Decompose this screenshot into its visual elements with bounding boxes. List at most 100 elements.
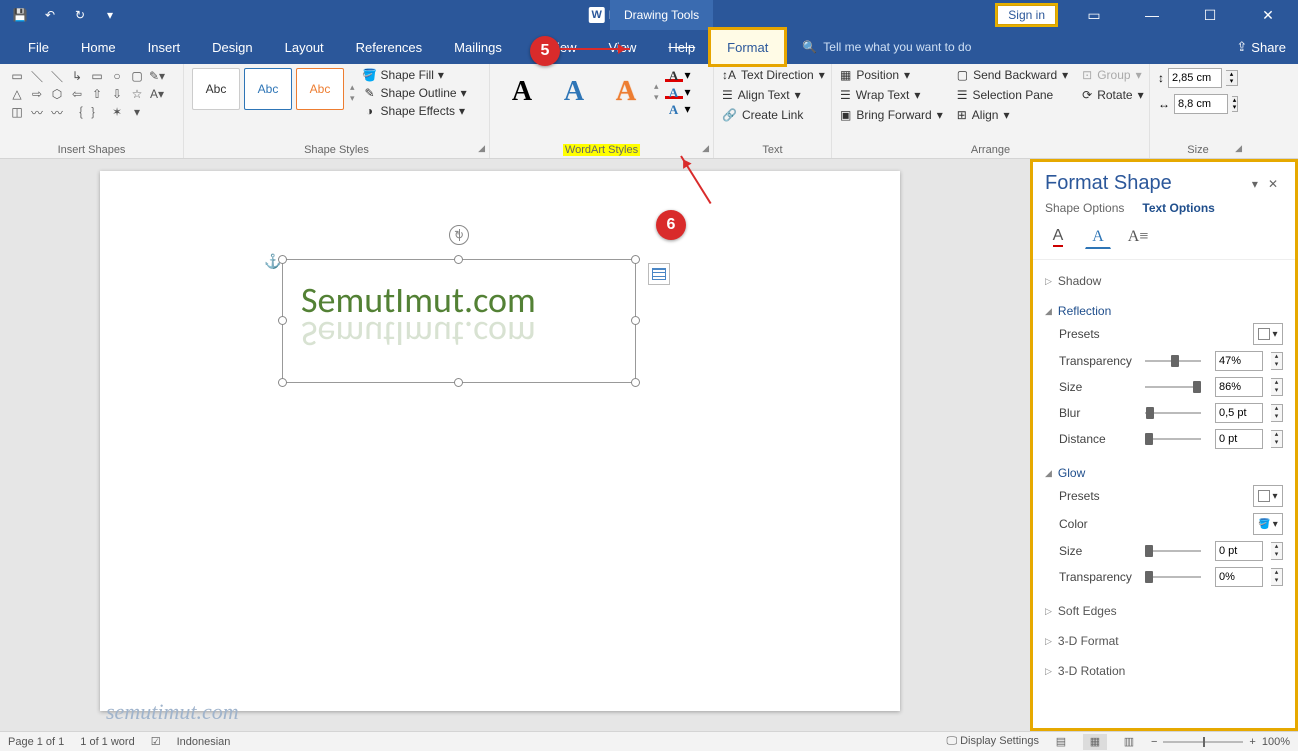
minimize-icon[interactable]: — <box>1132 0 1172 30</box>
selection-pane-button[interactable]: ☰Selection Pane <box>957 88 1068 102</box>
ribbon-options-icon[interactable]: ▭ <box>1074 0 1114 30</box>
shape-hex-icon[interactable]: ⬡ <box>48 87 66 101</box>
section-3d-format[interactable]: ▷3-D Format <box>1045 632 1283 650</box>
shape-style-1[interactable]: Abc <box>192 68 240 110</box>
view-web-icon[interactable]: ▥ <box>1117 734 1141 750</box>
wordart-style-3[interactable]: A <box>602 71 650 113</box>
view-print-icon[interactable]: ▦ <box>1083 734 1107 750</box>
tell-me-search[interactable]: 🔍 Tell me what you want to do <box>802 40 971 54</box>
tab-home[interactable]: Home <box>65 30 132 64</box>
position-button[interactable]: ▦Position ▾ <box>840 68 943 82</box>
language-indicator[interactable]: Indonesian <box>177 736 231 748</box>
section-glow[interactable]: ◢Glow <box>1045 464 1283 482</box>
tab-references[interactable]: References <box>340 30 438 64</box>
word-count[interactable]: 1 of 1 word <box>80 736 134 748</box>
send-backward-button[interactable]: ▢Send Backward ▾ <box>957 68 1068 82</box>
shape-arrow-icon[interactable]: ⇨ <box>28 87 46 101</box>
pane-options-icon[interactable]: ▾ <box>1247 177 1263 191</box>
slider[interactable] <box>1145 438 1201 440</box>
rotate-handle[interactable]: ↻ <box>449 225 469 245</box>
shape-text-box-icon[interactable]: ▭ <box>8 69 26 83</box>
shape-oval-icon[interactable]: ○ <box>108 69 126 83</box>
tab-file[interactable]: File <box>12 30 65 64</box>
shape-curve-icon[interactable]: 〰 <box>28 104 46 121</box>
spinner-icon[interactable]: ▴▾ <box>1271 542 1283 560</box>
text-effects-icon[interactable]: A <box>1085 225 1111 249</box>
proofing-icon[interactable]: ☑ <box>151 735 161 748</box>
rotate-button[interactable]: ⟳Rotate ▾ <box>1082 88 1143 102</box>
spinner-icon[interactable]: ▴▾ <box>1226 70 1238 86</box>
layout-options-button[interactable] <box>648 263 670 285</box>
create-link-button[interactable]: 🔗Create Link <box>722 108 823 122</box>
text-effects-button[interactable]: A▾ <box>665 102 691 116</box>
value-input[interactable] <box>1215 429 1263 449</box>
section-reflection[interactable]: ◢Reflection <box>1045 302 1283 320</box>
value-input[interactable] <box>1215 541 1263 561</box>
shape-line-icon[interactable]: ＼ <box>28 68 46 85</box>
resize-handle[interactable] <box>454 378 463 387</box>
redo-icon[interactable]: ↻ <box>68 3 92 27</box>
shape-edit-icon[interactable]: ✎▾ <box>148 69 166 83</box>
shape-rrect-icon[interactable]: ▢ <box>128 69 146 83</box>
maximize-icon[interactable]: ☐ <box>1190 0 1230 30</box>
text-outline-button[interactable]: A▾ <box>665 85 691 99</box>
resize-handle[interactable] <box>631 378 640 387</box>
dialog-launcher-icon[interactable]: ◢ <box>478 143 485 154</box>
shape-arrowu-icon[interactable]: ⇧ <box>88 87 106 101</box>
dialog-launcher-icon[interactable]: ◢ <box>1235 143 1242 154</box>
wordart-style-2[interactable]: A <box>550 71 598 113</box>
width-input[interactable] <box>1174 94 1228 114</box>
zoom-out-icon[interactable]: − <box>1151 736 1157 748</box>
wrap-text-button[interactable]: ☰Wrap Text ▾ <box>840 88 943 102</box>
shape-brace2-icon[interactable]: ｝ <box>88 104 106 121</box>
presets-button[interactable]: ▾ <box>1253 323 1283 345</box>
zoom-in-icon[interactable]: + <box>1249 736 1255 748</box>
shape-style-2[interactable]: Abc <box>244 68 292 110</box>
resize-handle[interactable] <box>278 255 287 264</box>
spinner-icon[interactable]: ▴▾ <box>1271 378 1283 396</box>
tab-design[interactable]: Design <box>196 30 268 64</box>
sign-in-button[interactable]: Sign in <box>997 5 1056 25</box>
spinner-icon[interactable]: ▴▾ <box>1232 96 1238 112</box>
shape-curve2-icon[interactable]: 〰 <box>48 104 66 121</box>
presets-button[interactable]: ▾ <box>1253 485 1283 507</box>
value-input[interactable] <box>1215 351 1263 371</box>
text-fill-outline-icon[interactable]: A <box>1045 225 1071 249</box>
undo-icon[interactable]: ↶ <box>38 3 62 27</box>
share-button[interactable]: ⇪ Share <box>1236 39 1286 55</box>
spinner-icon[interactable]: ▴▾ <box>1271 404 1283 422</box>
resize-handle[interactable] <box>631 316 640 325</box>
zoom-slider[interactable] <box>1163 741 1243 743</box>
shapes-gallery[interactable]: ▭＼＼↳▭○▢✎▾ △⇨⬡⇦⇧⇩☆A▾ ◫〰〰｛｝✶▾ <box>8 68 175 120</box>
qat-more-icon[interactable]: ▾ <box>98 3 122 27</box>
shape-rect-icon[interactable]: ▭ <box>88 69 106 83</box>
section-shadow[interactable]: ▷Shadow <box>1045 272 1283 290</box>
spinner-icon[interactable]: ▴▾ <box>1271 568 1283 586</box>
group-button[interactable]: ⊡Group ▾ <box>1082 68 1143 82</box>
tab-insert[interactable]: Insert <box>132 30 197 64</box>
dialog-launcher-icon[interactable]: ◢ <box>702 143 709 154</box>
zoom-value[interactable]: 100% <box>1262 736 1290 748</box>
document-area[interactable]: ⚓ ↻ SemutImut.com SemutImut.com ↻ semuti… <box>0 159 1030 731</box>
slider[interactable] <box>1145 360 1201 362</box>
align-button[interactable]: ⊞Align ▾ <box>957 108 1068 122</box>
tab-layout[interactable]: Layout <box>269 30 340 64</box>
tab-help[interactable]: Help <box>652 30 711 64</box>
spinner-icon[interactable]: ▴▾ <box>1271 352 1283 370</box>
shape-text-icon[interactable]: A▾ <box>148 87 166 101</box>
gallery-more-icon[interactable]: ▴▾ <box>654 81 659 103</box>
bring-forward-button[interactable]: ▣Bring Forward ▾ <box>840 108 943 122</box>
shape-arrowd-icon[interactable]: ⇩ <box>108 87 126 101</box>
shape-outline-button[interactable]: ✎Shape Outline ▾ <box>363 86 467 100</box>
spinner-icon[interactable]: ▴▾ <box>1271 430 1283 448</box>
shape-star-icon[interactable]: ☆ <box>128 87 146 101</box>
zoom-control[interactable]: − + 100% <box>1151 736 1290 748</box>
width-field[interactable]: ↔▴▾ <box>1158 94 1238 114</box>
height-input[interactable] <box>1168 68 1222 88</box>
page[interactable]: ⚓ ↻ SemutImut.com SemutImut.com ↻ <box>100 171 900 711</box>
shape-arrowl-icon[interactable]: ⇦ <box>68 87 86 101</box>
shape-brace-icon[interactable]: ｛ <box>68 104 86 121</box>
wordart-gallery[interactable]: A A A ▴▾ <box>498 68 659 116</box>
shape-effects-button[interactable]: ◑Shape Effects ▾ <box>363 104 467 118</box>
shape-fill-button[interactable]: 🪣Shape Fill ▾ <box>363 68 467 82</box>
